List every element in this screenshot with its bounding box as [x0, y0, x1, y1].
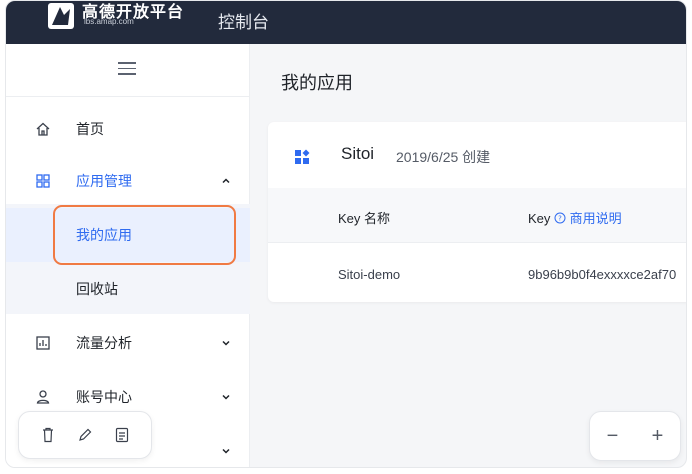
app-name: Sitoi [341, 144, 375, 163]
menu-toggle-icon[interactable] [118, 62, 136, 76]
column-key: Key ? 商用说明 [528, 208, 622, 227]
app-window: 高德开放平台 lbs.amap.com 控制台 首页 应用管理 我的应用 回收站… [5, 0, 687, 468]
home-icon [34, 120, 52, 138]
chart-icon [34, 334, 52, 352]
zoom-in-icon[interactable]: + [652, 425, 664, 448]
grid-icon [34, 172, 52, 190]
column-key-label: Key [528, 211, 551, 226]
help-icon: ? [554, 212, 566, 224]
sidebar-divider [6, 96, 250, 97]
key-value-cell[interactable]: 9b96b9b0f4exxxxce2af70 [528, 267, 676, 282]
sidebar-item-app-management[interactable]: 应用管理 [6, 154, 250, 208]
top-header: 高德开放平台 lbs.amap.com 控制台 [6, 1, 686, 44]
svg-text:?: ? [558, 215, 562, 223]
sidebar-item-label: 流量分析 [76, 335, 132, 351]
app-created-date: 2019/6/25 创建 [396, 149, 491, 165]
chevron-down-icon[interactable] [221, 443, 231, 461]
app-card-header: Sitoi 2019/6/25 创建 [268, 122, 686, 188]
logo-subtitle: lbs.amap.com [84, 17, 134, 26]
chevron-down-icon[interactable] [221, 392, 231, 402]
console-title[interactable]: 控制台 [218, 8, 269, 33]
sidebar-subitem-label: 回收站 [76, 281, 118, 297]
chevron-down-icon[interactable] [221, 338, 231, 348]
app-icon [295, 149, 310, 164]
user-icon [34, 388, 52, 406]
pencil-icon[interactable] [76, 426, 94, 444]
highlight-annotation [53, 205, 236, 265]
sidebar-item-label: 应用管理 [76, 173, 132, 189]
sidebar-item-label: 账号中心 [76, 389, 132, 405]
sidebar-item-traffic-analysis[interactable]: 流量分析 [6, 316, 250, 370]
chevron-up-icon[interactable] [221, 176, 231, 186]
zoom-out-icon[interactable]: − [607, 425, 619, 448]
app-card: Sitoi 2019/6/25 创建 Key 名称 Key ? 商用说明 Sit… [268, 122, 686, 302]
amap-logo-icon[interactable] [46, 3, 76, 31]
note-icon[interactable] [113, 426, 131, 444]
sidebar-item-home[interactable]: 首页 [6, 102, 250, 156]
commercial-info-label: 商用说明 [569, 211, 622, 226]
key-table-header: Key 名称 Key ? 商用说明 [268, 188, 686, 243]
sidebar-subitem-recycle-bin[interactable]: 回收站 [6, 262, 250, 316]
key-name-cell: Sitoi-demo [338, 267, 401, 282]
sidebar-item-label: 首页 [76, 121, 104, 137]
commercial-info-link[interactable]: ? 商用说明 [554, 211, 622, 226]
annotation-toolbar [18, 411, 152, 459]
delete-icon[interactable] [39, 426, 57, 444]
zoom-control: − + [589, 411, 681, 461]
column-key-name: Key 名称 [338, 211, 391, 226]
page-title: 我的应用 [281, 73, 353, 93]
